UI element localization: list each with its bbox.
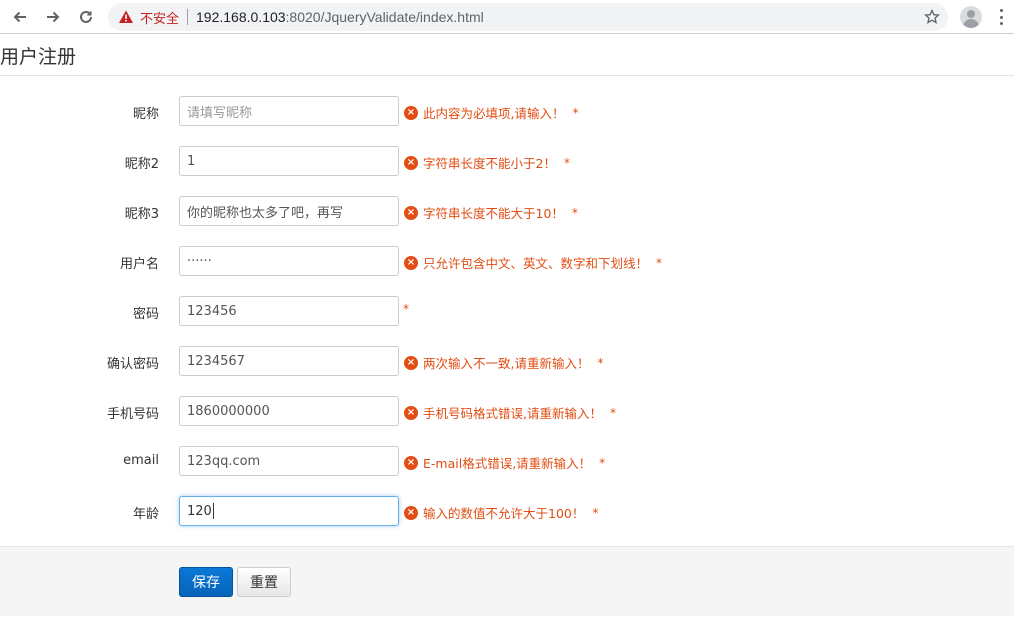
required-marker: * — [403, 302, 409, 316]
age-label: 年龄 — [132, 507, 159, 522]
error-icon: × — [404, 155, 418, 170]
required-marker: * — [563, 155, 570, 170]
email-error: × E-mail格式错误,请重新输入！ * — [404, 453, 605, 472]
required-marker: * — [656, 255, 663, 270]
nickname-input[interactable]: 请填写昵称 — [179, 96, 399, 126]
text-caret — [212, 503, 214, 519]
required-marker: * — [597, 355, 604, 370]
confirm-password-label: 确认密码 — [106, 357, 159, 372]
email-error-text: E-mail格式错误,请重新输入！ — [423, 456, 592, 471]
form-row-age: 年龄 120 × 输入的数值不允许大于100！ * — [0, 496, 1014, 526]
security-label[interactable]: 不安全 — [140, 8, 179, 27]
nickname3-value: 你的昵称也太多了吧，再写 — [187, 205, 344, 221]
error-icon: × — [404, 505, 418, 520]
form-row-password: 密码 123456 * — [0, 296, 1014, 326]
back-button[interactable] — [8, 5, 32, 29]
error-icon: × — [404, 105, 418, 120]
form-row-nickname2: 昵称2 1 × 字符串长度不能小于2！ * — [0, 146, 1014, 176]
form-row-email: email 123qq.com × E-mail格式错误,请重新输入！ * — [0, 446, 1014, 476]
nickname3-input[interactable]: 你的昵称也太多了吧，再写 — [179, 196, 399, 226]
nickname-error-text: 此内容为必填项,请输入！ — [423, 106, 565, 121]
nickname2-error-text: 字符串长度不能小于2！ — [423, 156, 556, 171]
separator — [187, 9, 189, 25]
save-button[interactable]: 保存 — [179, 567, 233, 597]
error-icon: × — [404, 255, 418, 270]
warning-icon — [119, 10, 133, 23]
nickname-placeholder: 请填写昵称 — [187, 105, 253, 121]
error-icon: × — [404, 355, 418, 370]
nickname3-label: 昵称3 — [124, 207, 159, 222]
username-input[interactable]: ······ — [179, 246, 399, 276]
form-row-confirm-password: 确认密码 1234567 × 两次输入不一致,请重新输入！ * — [0, 346, 1014, 376]
url-host: 192.168.0.103 — [196, 9, 286, 25]
phone-input[interactable]: 1860000000 — [179, 396, 399, 426]
address-bar[interactable]: 不安全 192.168.0.103:8020/JqueryValidate/in… — [108, 3, 948, 31]
form-row-nickname: 昵称 请填写昵称 × 此内容为必填项,请输入！ * — [0, 96, 1014, 126]
nickname-label: 昵称 — [132, 107, 159, 122]
email-input[interactable]: 123qq.com — [179, 446, 399, 476]
username-error-text: 只允许包含中文、英文、数字和下划线！ — [423, 256, 649, 271]
age-error-text: 输入的数值不允许大于100！ — [423, 506, 585, 521]
phone-error-text: 手机号码格式错误,请重新输入！ — [423, 406, 602, 421]
confirm-password-error: × 两次输入不一致,请重新输入！ * — [404, 353, 603, 372]
title-divider — [0, 75, 1014, 76]
password-input[interactable]: 123456 — [179, 296, 399, 326]
form-row-nickname3: 昵称3 你的昵称也太多了吧，再写 × 字符串长度不能大于10！ * — [0, 196, 1014, 226]
form-actions: 保存 重置 — [0, 546, 1014, 616]
password-label: 密码 — [132, 307, 159, 322]
email-label: email — [123, 453, 159, 468]
arrow-right-icon — [47, 11, 60, 23]
username-label: 用户名 — [119, 257, 159, 272]
page-title: 用户注册 — [0, 46, 77, 68]
phone-value: 1860000000 — [187, 403, 270, 419]
password-value: 123456 — [187, 303, 237, 319]
forward-button[interactable] — [41, 5, 65, 29]
nickname2-value: 1 — [187, 153, 196, 169]
age-input[interactable]: 120 — [179, 496, 399, 526]
profile-avatar-icon[interactable] — [960, 6, 982, 28]
nickname2-label: 昵称2 — [124, 157, 159, 172]
url-path: :8020/JqueryValidate/index.html — [285, 9, 484, 25]
age-error: × 输入的数值不允许大于100！ * — [404, 503, 598, 522]
confirm-password-error-text: 两次输入不一致,请重新输入！ — [423, 356, 590, 371]
nickname2-input[interactable]: 1 — [179, 146, 399, 176]
nickname-error: × 此内容为必填项,请输入！ * — [404, 103, 578, 122]
confirm-password-value: 1234567 — [187, 353, 245, 369]
reload-button[interactable] — [74, 5, 98, 29]
nickname2-error: × 字符串长度不能小于2！ * — [404, 153, 570, 172]
phone-error: × 手机号码格式错误,请重新输入！ * — [404, 403, 616, 422]
phone-label: 手机号码 — [106, 407, 159, 422]
error-icon: × — [404, 405, 418, 420]
username-error: × 只允许包含中文、英文、数字和下划线！ * — [404, 253, 662, 272]
reset-button[interactable]: 重置 — [237, 567, 291, 597]
username-value: ······ — [187, 253, 212, 269]
bookmark-star-icon[interactable] — [924, 9, 940, 25]
error-icon: × — [404, 455, 418, 470]
required-marker: * — [592, 505, 599, 520]
required-marker: * — [572, 105, 579, 120]
nickname3-error: × 字符串长度不能大于10！ * — [404, 203, 578, 222]
required-marker: * — [609, 405, 616, 420]
nickname3-error-text: 字符串长度不能大于10！ — [423, 206, 564, 221]
form-row-phone: 手机号码 1860000000 × 手机号码格式错误,请重新输入！ * — [0, 396, 1014, 426]
arrow-left-icon — [13, 11, 26, 23]
age-value: 120 — [187, 503, 212, 519]
required-marker: * — [571, 205, 578, 220]
browser-menu-icon[interactable] — [998, 9, 1004, 25]
form-row-username: 用户名 ······ × 只允许包含中文、英文、数字和下划线！ * — [0, 246, 1014, 276]
required-marker: * — [599, 455, 606, 470]
error-icon: × — [404, 205, 418, 220]
reload-icon — [80, 10, 92, 23]
browser-toolbar: 不安全 192.168.0.103:8020/JqueryValidate/in… — [0, 0, 1014, 34]
confirm-password-input[interactable]: 1234567 — [179, 346, 399, 376]
email-value: 123qq.com — [187, 453, 261, 469]
